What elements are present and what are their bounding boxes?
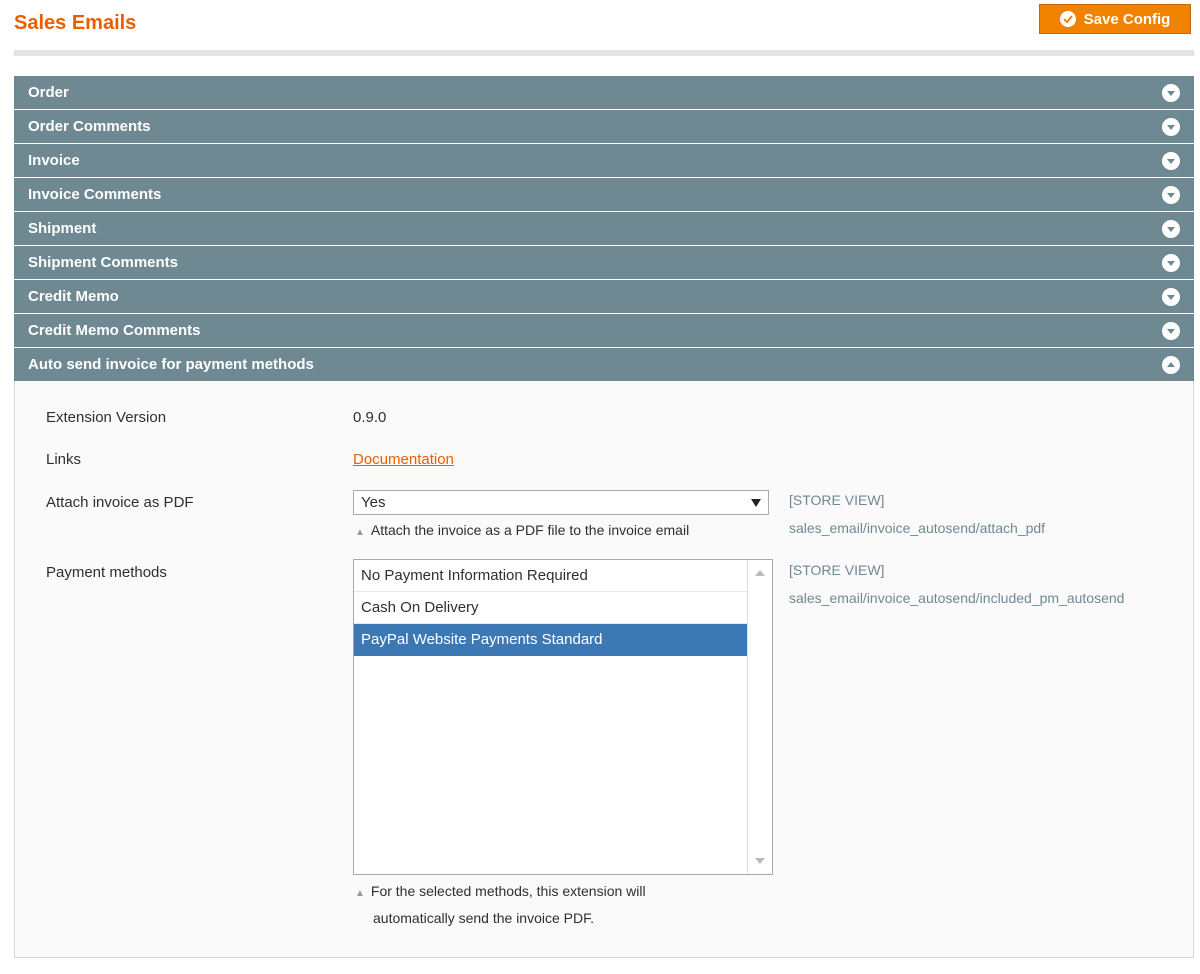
attach-pdf-selected-value: Yes — [361, 494, 386, 511]
page-header: Sales Emails Save Config — [14, 0, 1194, 56]
chevron-down-circle-icon[interactable] — [1162, 219, 1180, 238]
check-circle-icon — [1059, 11, 1076, 27]
chevron-down-circle-icon[interactable] — [1162, 287, 1180, 306]
section-order-comments[interactable]: Order Comments — [14, 110, 1194, 144]
payment-method-option[interactable]: No Payment Information Required — [354, 560, 748, 592]
multiselect-scrollbar[interactable] — [747, 560, 772, 874]
section-label: Order — [28, 84, 69, 101]
extension-version-label: Extension Version — [46, 409, 167, 426]
page-title: Sales Emails — [14, 12, 137, 34]
payment-methods-label: Payment methods — [46, 564, 167, 581]
attach-pdf-select[interactable]: Yes — [353, 490, 769, 515]
note-triangle-icon: ▲ — [355, 527, 365, 538]
section-order[interactable]: Order — [14, 76, 1194, 110]
section-shipment-comments[interactable]: Shipment Comments — [14, 246, 1194, 280]
attach-pdf-label: Attach invoice as PDF — [46, 494, 194, 511]
chevron-down-circle-icon[interactable] — [1162, 321, 1180, 340]
section-credit-memo[interactable]: Credit Memo — [14, 280, 1194, 314]
section-invoice-comments[interactable]: Invoice Comments — [14, 178, 1194, 212]
section-auto-send-invoice[interactable]: Auto send invoice for payment methods — [14, 348, 1194, 381]
payment-methods-config-path: sales_email/invoice_autosend/included_pm… — [789, 590, 1125, 606]
save-config-label: Save Config — [1083, 10, 1171, 28]
note-triangle-icon: ▲ — [355, 888, 365, 899]
attach-pdf-scope: [STORE VIEW] — [789, 492, 885, 508]
section-shipment[interactable]: Shipment — [14, 212, 1194, 246]
chevron-up-circle-icon[interactable] — [1162, 355, 1180, 374]
documentation-link[interactable]: Documentation — [353, 451, 454, 468]
section-label: Invoice — [28, 152, 80, 169]
chevron-down-circle-icon[interactable] — [1162, 117, 1180, 136]
attach-pdf-config-path: sales_email/invoice_autosend/attach_pdf — [789, 520, 1046, 536]
chevron-down-circle-icon[interactable] — [1162, 151, 1180, 170]
payment-methods-multiselect[interactable]: No Payment Information Required Cash On … — [353, 559, 773, 875]
payment-method-option[interactable]: Cash On Delivery — [354, 592, 748, 624]
section-invoice[interactable]: Invoice — [14, 144, 1194, 178]
attach-pdf-note-text: Attach the invoice as a PDF file to the … — [370, 522, 690, 538]
auto-send-invoice-fieldset: Extension Version 0.9.0 Links Documentat… — [14, 381, 1194, 958]
scroll-up-icon[interactable] — [755, 570, 765, 576]
section-label: Order Comments — [28, 118, 151, 135]
section-label: Shipment Comments — [28, 254, 179, 271]
payment-methods-note-line2: automatically send the invoice PDF. — [373, 910, 594, 926]
links-label: Links — [46, 451, 82, 468]
section-label: Invoice Comments — [28, 186, 162, 203]
payment-methods-note-line1: For the selected methods, this extension… — [370, 883, 646, 899]
extension-version-value: 0.9.0 — [353, 409, 387, 426]
section-label: Credit Memo Comments — [28, 322, 201, 339]
section-credit-memo-comments[interactable]: Credit Memo Comments — [14, 314, 1194, 348]
section-label: Shipment — [28, 220, 97, 237]
chevron-down-circle-icon[interactable] — [1162, 253, 1180, 272]
scroll-down-icon[interactable] — [755, 858, 765, 864]
attach-pdf-note: ▲ Attach the invoice as a PDF file to the… — [355, 518, 689, 545]
save-config-button[interactable]: Save Config — [1039, 4, 1191, 34]
chevron-down-circle-icon[interactable] — [1162, 83, 1180, 102]
dropdown-arrow-icon — [751, 494, 761, 511]
chevron-down-circle-icon[interactable] — [1162, 185, 1180, 204]
config-sections: Order Order Comments Invoice Invoice Com… — [14, 76, 1194, 958]
payment-method-option-selected[interactable]: PayPal Website Payments Standard — [354, 624, 748, 656]
section-label: Auto send invoice for payment methods — [28, 356, 314, 373]
payment-methods-scope: [STORE VIEW] — [789, 562, 885, 578]
section-label: Credit Memo — [28, 288, 119, 305]
payment-methods-note: ▲ For the selected methods, this extensio… — [355, 879, 646, 931]
